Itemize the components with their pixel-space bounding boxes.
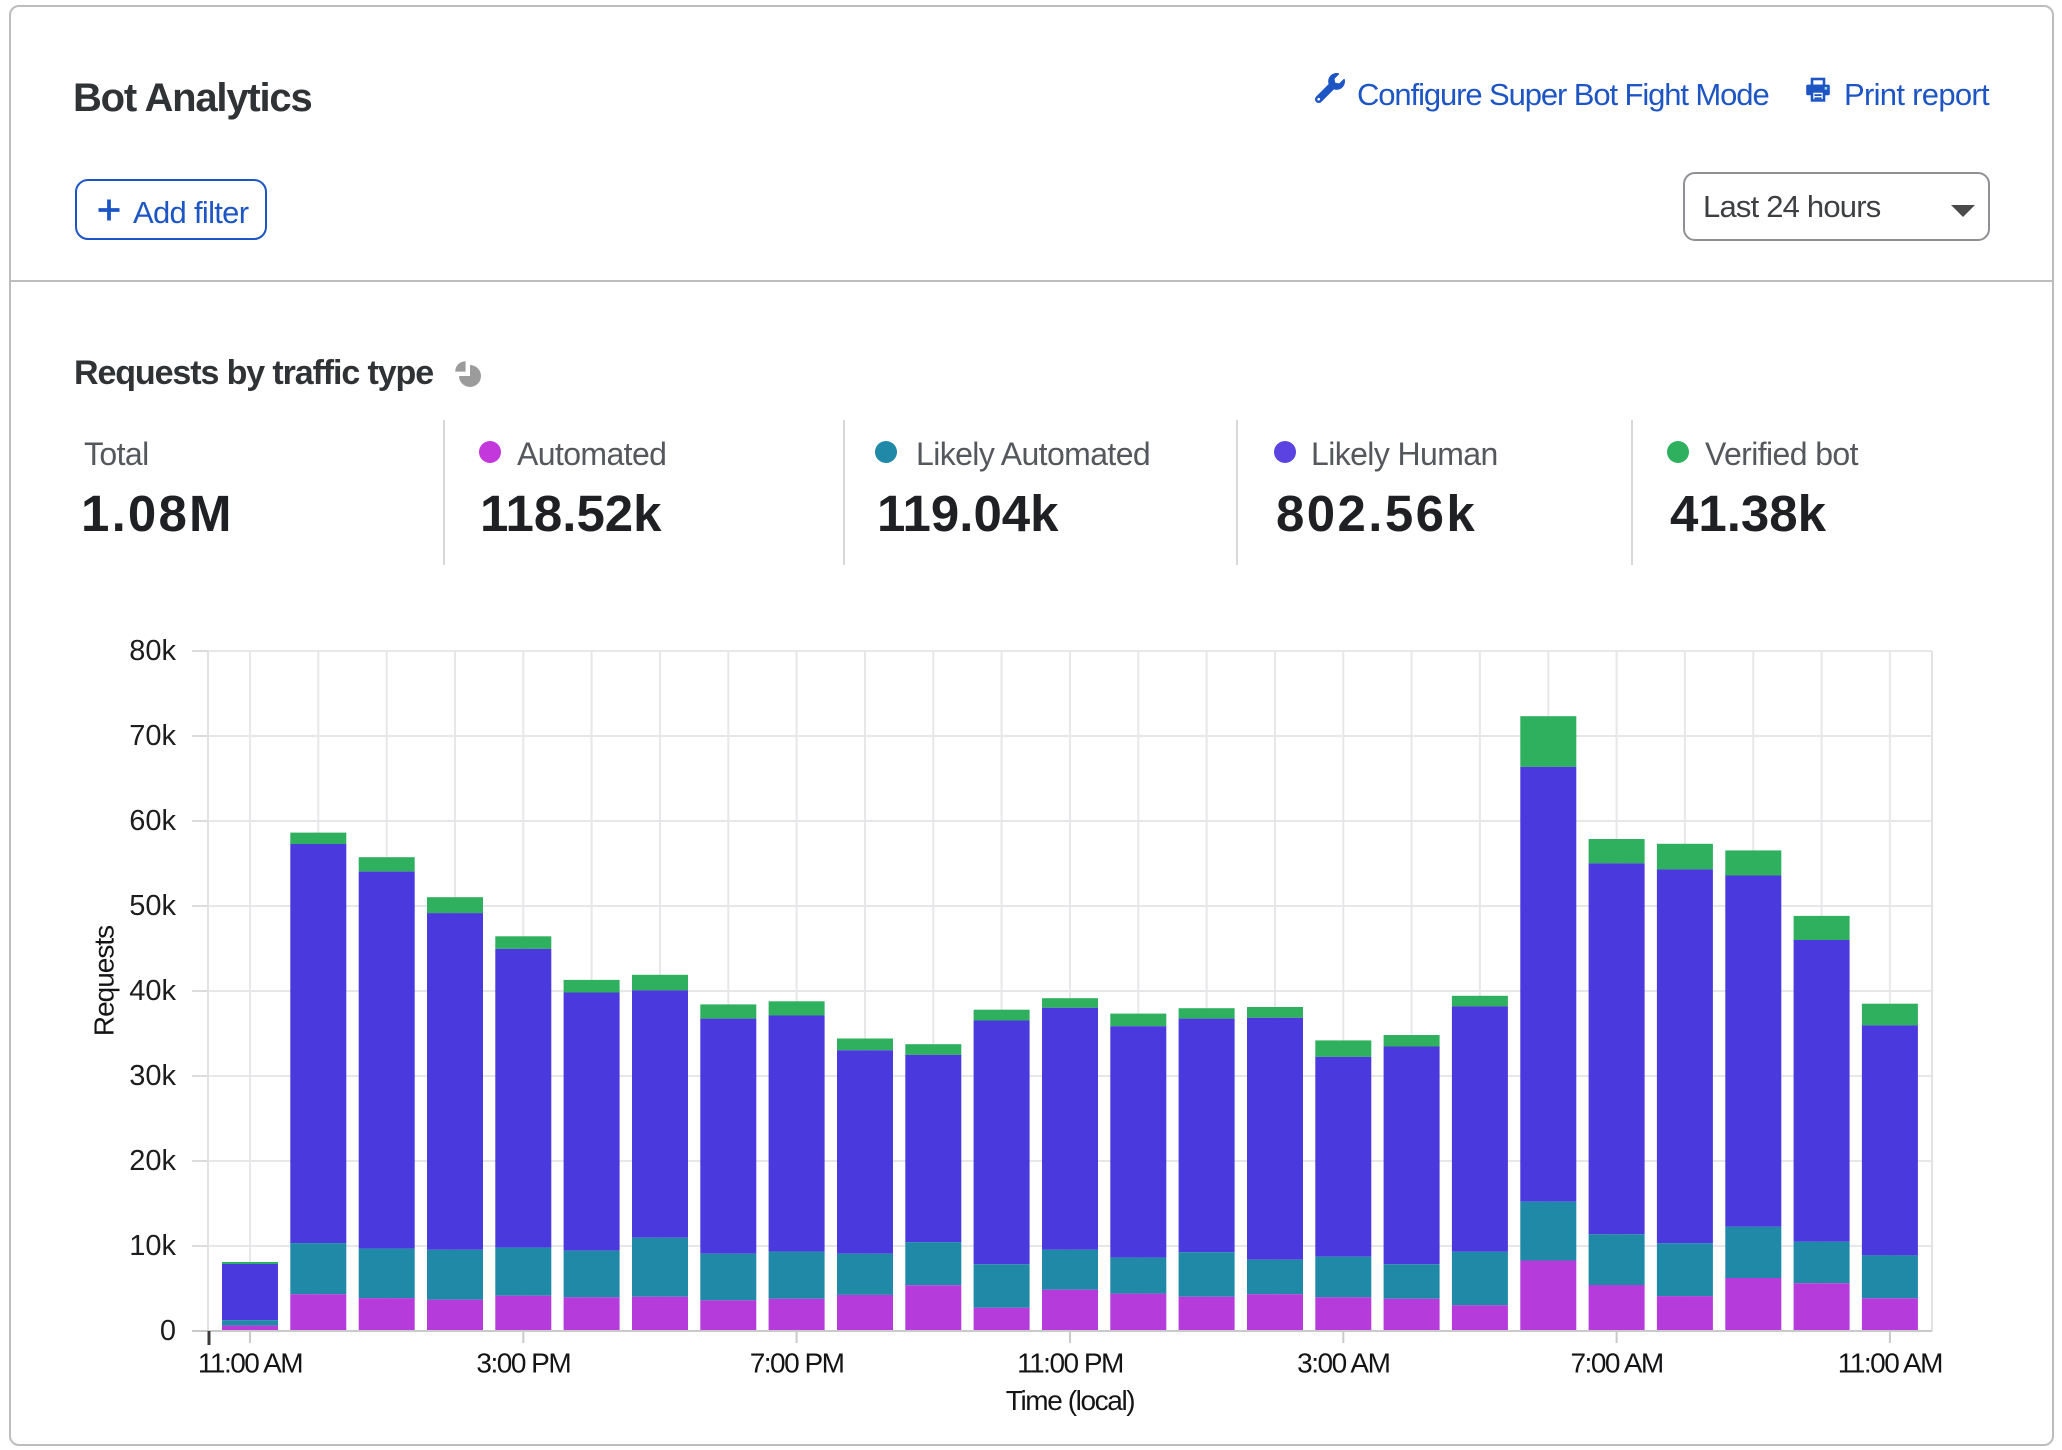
svg-text:70k: 70k: [129, 720, 176, 752]
svg-text:7:00 AM: 7:00 AM: [1570, 1348, 1662, 1379]
svg-text:Time (local): Time (local): [1006, 1385, 1134, 1416]
svg-text:11:00 AM: 11:00 AM: [198, 1348, 302, 1379]
svg-text:3:00 PM: 3:00 PM: [476, 1348, 570, 1379]
svg-text:10k: 10k: [129, 1230, 176, 1262]
svg-text:11:00 AM: 11:00 AM: [1838, 1348, 1942, 1379]
svg-text:80k: 80k: [129, 635, 176, 667]
svg-text:7:00 PM: 7:00 PM: [750, 1348, 844, 1379]
svg-text:30k: 30k: [129, 1060, 176, 1092]
svg-text:40k: 40k: [129, 975, 176, 1007]
svg-text:0: 0: [160, 1315, 176, 1347]
svg-text:Requests: Requests: [89, 926, 120, 1036]
svg-text:50k: 50k: [129, 890, 176, 922]
svg-text:3:00 AM: 3:00 AM: [1297, 1348, 1389, 1379]
svg-text:20k: 20k: [129, 1145, 176, 1177]
svg-text:60k: 60k: [129, 805, 176, 837]
svg-text:11:00 PM: 11:00 PM: [1017, 1348, 1123, 1379]
